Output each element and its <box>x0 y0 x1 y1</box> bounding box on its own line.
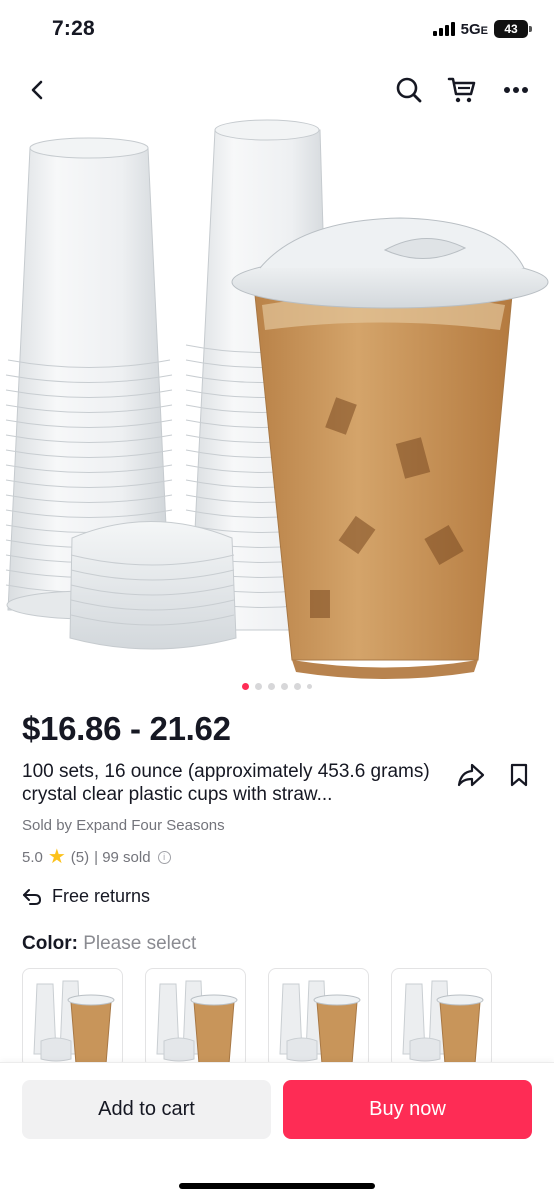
top-nav <box>0 60 554 120</box>
carousel-dot[interactable] <box>294 683 301 690</box>
status-bar: 7:28 5GE 43 <box>0 0 554 60</box>
chevron-left-icon <box>31 80 43 100</box>
color-value: Please select <box>83 933 197 954</box>
more-button[interactable] <box>496 70 536 110</box>
color-option[interactable] <box>22 968 123 1068</box>
product-title[interactable]: 100 sets, 16 ounce (approximately 453.6 … <box>22 760 432 806</box>
color-option[interactable] <box>145 968 246 1068</box>
home-indicator[interactable] <box>179 1183 375 1189</box>
rating-row[interactable]: 5.0 ★ (5) | 99 sold i <box>22 846 171 868</box>
review-count: (5) <box>70 848 90 866</box>
color-label: Color: <box>22 933 78 954</box>
return-icon <box>23 888 42 905</box>
cart-icon <box>447 77 476 103</box>
back-button[interactable] <box>18 70 58 110</box>
cups-photo <box>5 119 549 679</box>
carousel-indicator[interactable] <box>0 683 554 690</box>
status-time: 7:28 <box>52 17 95 40</box>
free-returns[interactable]: Free returns <box>22 886 150 907</box>
signal-icon <box>432 22 455 36</box>
cart-button[interactable] <box>442 70 482 110</box>
share-icon <box>457 763 485 787</box>
bottom-action-bar: Add to cart Buy now <box>0 1062 554 1200</box>
add-to-cart-button[interactable]: Add to cart <box>22 1080 271 1139</box>
star-icon: ★ <box>47 846 66 868</box>
color-selector[interactable]: Color: Please select <box>22 933 196 955</box>
sold-count: | 99 sold <box>94 848 151 866</box>
rating-value: 5.0 <box>22 848 43 866</box>
share-button[interactable] <box>455 759 487 791</box>
color-option[interactable] <box>268 968 369 1068</box>
option-thumbnail <box>402 980 484 1065</box>
network-type: 5GE <box>460 20 488 38</box>
free-returns-label: Free returns <box>52 886 151 906</box>
bookmark-button[interactable] <box>505 759 533 791</box>
info-icon[interactable]: i <box>157 850 171 864</box>
option-thumbnail <box>33 980 115 1065</box>
more-icon <box>504 87 528 93</box>
search-button[interactable] <box>389 70 429 110</box>
status-indicators: 5GE 43 <box>432 20 532 38</box>
seller-name[interactable]: Sold by Expand Four Seasons <box>22 817 225 834</box>
carousel-dot[interactable] <box>268 683 275 690</box>
bookmark-icon <box>510 763 528 787</box>
carousel-dot[interactable] <box>281 683 288 690</box>
color-option[interactable] <box>391 968 492 1068</box>
price: $16.86 - 21.62 <box>22 710 231 747</box>
carousel-dot[interactable] <box>242 683 249 690</box>
carousel-dot[interactable] <box>255 683 262 690</box>
option-thumbnail <box>279 980 361 1065</box>
color-options <box>22 968 492 1068</box>
option-thumbnail <box>156 980 238 1065</box>
buy-now-button[interactable]: Buy now <box>283 1080 532 1139</box>
battery-icon: 43 <box>494 20 532 38</box>
product-image[interactable] <box>0 100 554 700</box>
search-icon <box>396 77 422 103</box>
carousel-dot[interactable] <box>307 684 312 689</box>
